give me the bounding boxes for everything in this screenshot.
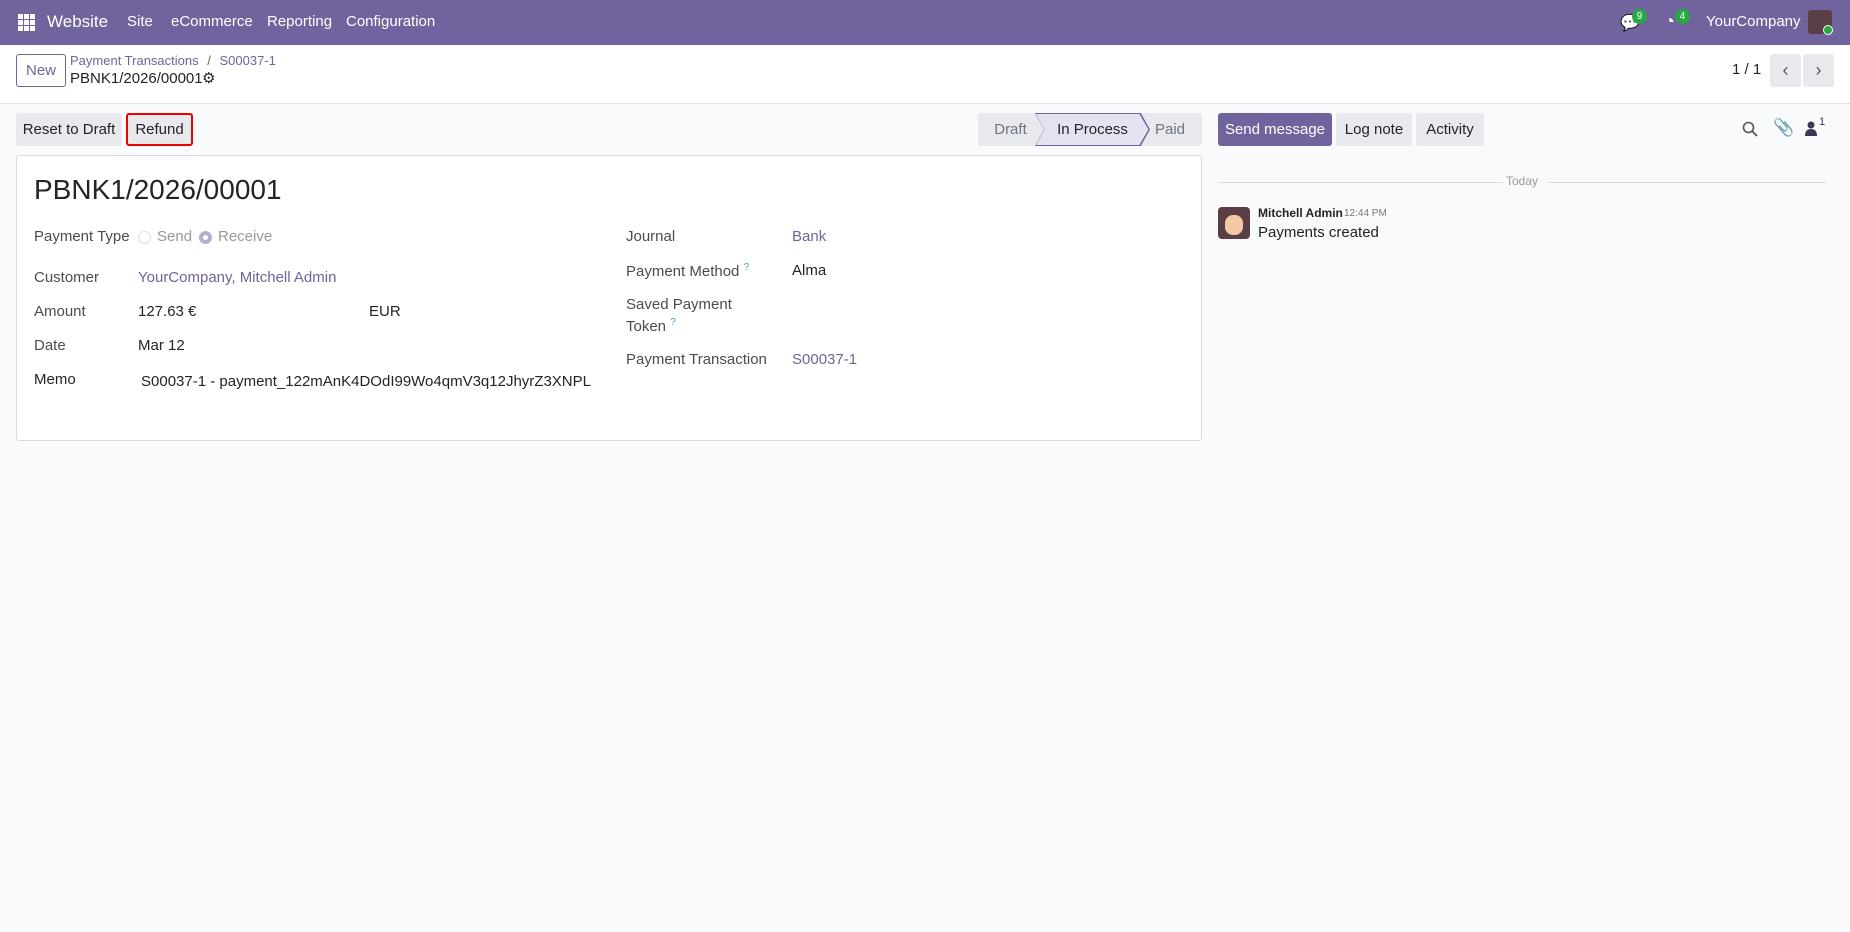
payment-method-label: Payment Method ?: [626, 262, 749, 280]
pager-value[interactable]: 1 / 1: [1732, 61, 1761, 78]
send-message-button[interactable]: Send message: [1218, 113, 1332, 146]
currency-value[interactable]: EUR: [369, 303, 401, 320]
record-name: PBNK1/2026/00001: [70, 70, 203, 87]
help-icon[interactable]: ?: [744, 262, 750, 273]
help-icon[interactable]: ?: [670, 317, 676, 328]
menu-ecommerce[interactable]: eCommerce: [171, 13, 253, 30]
activities-badge: 4: [1675, 9, 1690, 24]
messages-badge: 9: [1632, 9, 1647, 24]
payment-method-label-text: Payment Method: [626, 263, 740, 280]
memo-value[interactable]: S00037-1 - payment_122mAnK4DOdI99Wo4qmV3…: [141, 373, 591, 390]
message-body: Payments created: [1258, 224, 1379, 241]
stage-draft[interactable]: Draft: [978, 113, 1043, 146]
saved-token-label-text: Token: [626, 318, 667, 335]
app-name[interactable]: Website: [47, 12, 108, 32]
date-separator-line: [1548, 182, 1826, 183]
stage-in-process[interactable]: In Process: [1045, 113, 1140, 146]
pager-previous-button[interactable]: ‹: [1770, 54, 1801, 87]
menu-reporting[interactable]: Reporting: [267, 13, 332, 30]
payment-type-label: Payment Type: [34, 228, 130, 245]
radio-send-label: Send: [157, 228, 193, 245]
journal-link[interactable]: Bank: [792, 228, 826, 245]
avatar-face: [1225, 215, 1243, 235]
radio-receive[interactable]: [199, 231, 212, 244]
amount-value[interactable]: 127.63 €: [138, 303, 196, 320]
new-button[interactable]: New: [16, 54, 66, 87]
date-label: Date: [34, 337, 66, 354]
date-separator-line: [1218, 182, 1503, 183]
paperclip-icon[interactable]: 📎: [1773, 118, 1794, 138]
customer-label: Customer: [34, 269, 100, 286]
date-separator: Today: [1506, 174, 1539, 188]
payment-method-value[interactable]: Alma: [792, 262, 826, 279]
apps-menu-icon[interactable]: [18, 14, 35, 31]
control-panel: New Payment Transactions / S00037-1 PBNK…: [0, 45, 1850, 104]
author-avatar[interactable]: [1218, 207, 1250, 239]
customer-link[interactable]: YourCompany, Mitchell Admin: [138, 269, 336, 286]
pager-next-button[interactable]: ›: [1803, 54, 1834, 87]
radio-receive-label: Receive: [218, 228, 273, 245]
gear-icon[interactable]: ⚙: [202, 69, 215, 87]
breadcrumb: Payment Transactions / S00037-1: [70, 53, 276, 68]
amount-label: Amount: [34, 303, 86, 320]
activity-button[interactable]: Activity: [1416, 113, 1484, 146]
radio-send[interactable]: [138, 231, 151, 244]
menu-site[interactable]: Site: [127, 13, 153, 30]
date-value[interactable]: Mar 12: [138, 337, 185, 354]
search-icon[interactable]: [1742, 121, 1758, 137]
chevron-right-icon: ›: [1815, 60, 1822, 80]
breadcrumb-payment-transactions[interactable]: Payment Transactions: [70, 53, 199, 68]
breadcrumb-s00037[interactable]: S00037-1: [220, 53, 276, 68]
message-time: 12:44 PM: [1344, 208, 1387, 219]
followers-count[interactable]: 1: [1819, 116, 1825, 128]
form-sheet: PBNK1/2026/00001 Payment Type Send Recei…: [16, 155, 1202, 441]
payment-title: PBNK1/2026/00001: [34, 174, 282, 205]
top-navbar: Website Site eCommerce Reporting Configu…: [0, 0, 1850, 45]
saved-token-label-2: Token ?: [626, 317, 676, 335]
transaction-link[interactable]: S00037-1: [792, 351, 857, 368]
log-note-button[interactable]: Log note: [1336, 113, 1412, 146]
stage-paid[interactable]: Paid: [1145, 113, 1195, 146]
online-status-dot: [1823, 25, 1833, 35]
memo-label: Memo: [34, 371, 76, 388]
breadcrumb-separator: /: [207, 53, 211, 68]
transaction-label: Payment Transaction: [626, 351, 767, 368]
activity-clock-icon[interactable]: ◔: [1664, 11, 1675, 32]
reset-to-draft-button[interactable]: Reset to Draft: [16, 113, 122, 146]
message-author[interactable]: Mitchell Admin: [1258, 206, 1343, 220]
refund-button[interactable]: Refund: [126, 113, 193, 146]
company-switcher[interactable]: YourCompany: [1706, 13, 1801, 30]
menu-configuration[interactable]: Configuration: [346, 13, 435, 30]
user-avatar[interactable]: [1808, 10, 1833, 35]
followers-icon[interactable]: [1805, 121, 1817, 136]
saved-token-label-1: Saved Payment: [626, 296, 732, 313]
chevron-left-icon: ‹: [1782, 60, 1789, 80]
journal-label: Journal: [626, 228, 676, 245]
